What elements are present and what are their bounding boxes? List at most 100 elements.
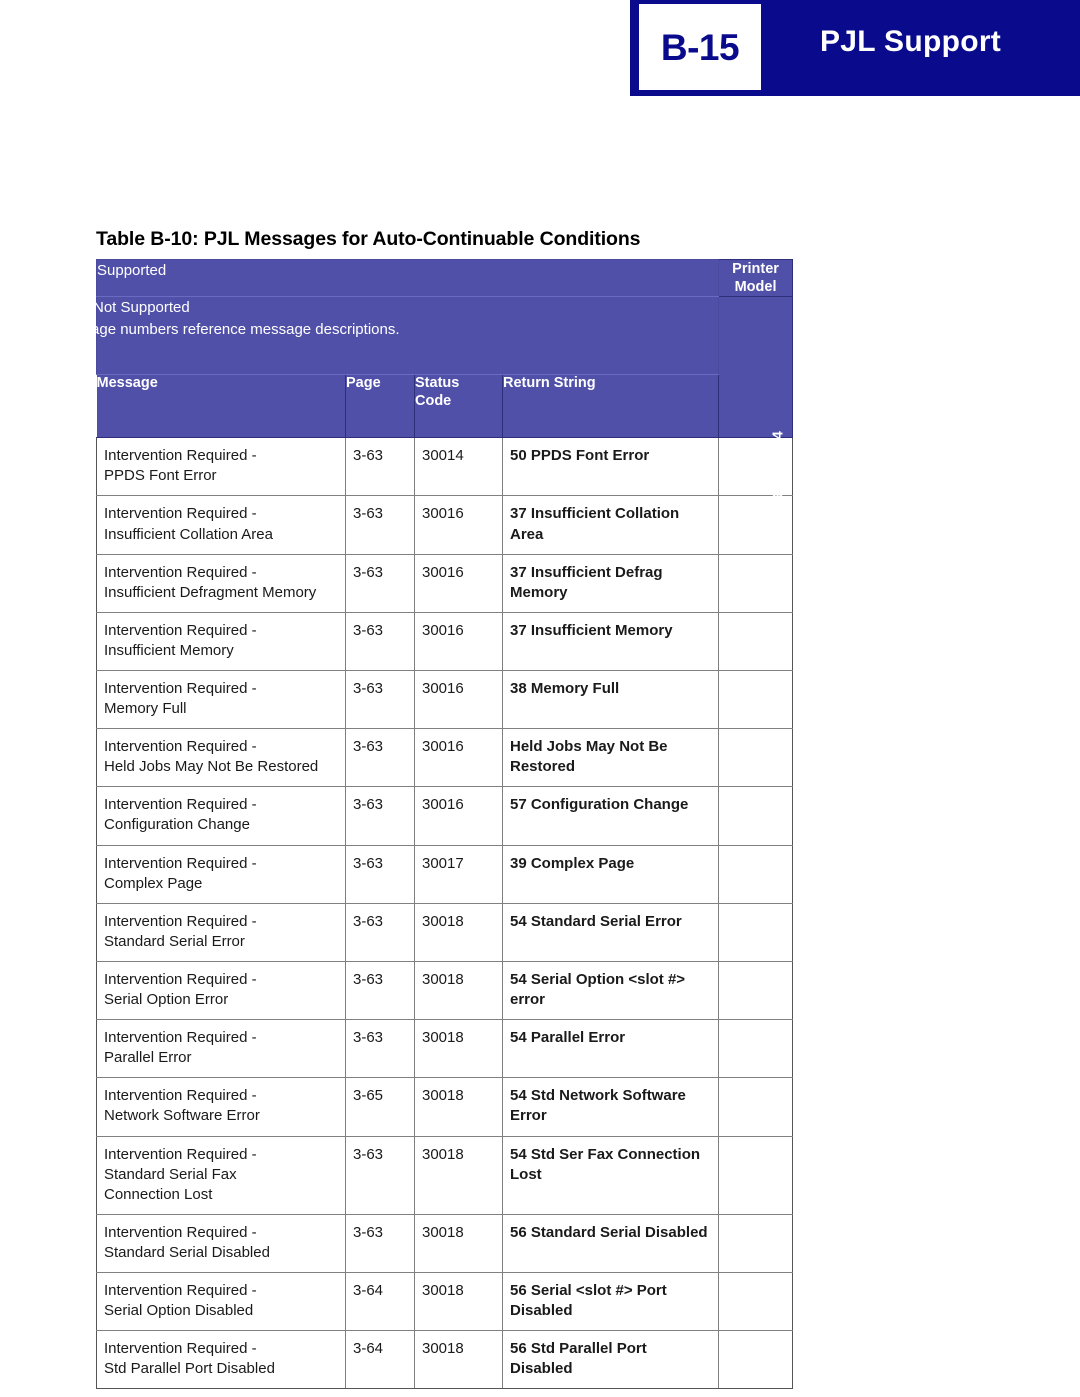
printer-model-values: T640, T642, T644 <box>770 431 787 550</box>
cell-return-string-line: 37 Insufficient Collation <box>510 505 680 523</box>
cell-message-line: Intervention Required - <box>104 621 257 639</box>
cell-return-string-line: Memory <box>510 583 568 601</box>
cell-page: 3-63 <box>345 786 415 846</box>
cell-return-string: 54 Std Network Software Error <box>501 1077 720 1137</box>
cell-page: 3-63 <box>345 845 415 904</box>
table-row: Intervention Required - Standard Serial D… <box>96 1214 794 1273</box>
column-header-status-code-line1: Status <box>415 375 460 392</box>
cell-page: 3-63 <box>345 495 415 555</box>
cell-message-line: Insufficient Memory <box>104 641 234 659</box>
table-row: Intervention Required - Serial Option Err… <box>96 961 794 1021</box>
chapter-badge-label: B-15 <box>660 26 740 68</box>
cell-status-code: 30016 <box>414 612 503 672</box>
cell-status-code: 30018 <box>414 1077 503 1137</box>
cell-status-code: 30018 <box>414 1214 503 1273</box>
table-body: Intervention Required - PPDS Font Error 3-… <box>96 437 794 1390</box>
cell-page: 3-63 <box>345 670 415 730</box>
cell-return-string: 57 Configuration Change <box>501 786 720 846</box>
cell-message-line: Intervention Required - <box>104 1029 257 1047</box>
cell-return-string-line: Restored <box>510 758 576 776</box>
table-row: Intervention Required - Insufficient Coll… <box>96 495 794 555</box>
cell-page: 3-63 <box>345 961 415 1021</box>
cell-return-string: Held Jobs May Not Be Restored <box>501 728 720 788</box>
table-header: Supported Printer Model Not Supported Pa… <box>81 258 794 550</box>
cell-return-string-line: 56 Serial <slot #> Port <box>510 1281 667 1299</box>
cell-message: Intervention Required - Parallel Error <box>96 1019 346 1079</box>
cell-message: Intervention Required - Memory Full <box>96 670 346 730</box>
cell-message-line: Standard Serial Disabled <box>104 1243 270 1261</box>
cell-message: Intervention Required - Serial Option Dis… <box>96 1272 346 1332</box>
column-header-page: Page <box>345 374 415 439</box>
cell-message: Intervention Required - Std Parallel Port… <box>96 1330 346 1390</box>
cell-return-string-line: 54 Parallel Error <box>510 1029 626 1047</box>
cell-return-string-line: 37 Insufficient Defrag <box>510 563 663 581</box>
cell-message-line: Insufficient Defragment Memory <box>104 583 317 601</box>
legend-row-notsupported: Not Supported Page numbers reference mes… <box>81 296 794 550</box>
cell-page: 3-64 <box>345 1272 415 1332</box>
page-header-title: PJL Support <box>820 25 1002 58</box>
cell-page: 3-63 <box>345 612 415 672</box>
cell-return-string-line: 39 Complex Page <box>510 854 635 872</box>
table-row: Intervention Required - Insufficient Memo… <box>96 612 794 672</box>
cell-message: Intervention Required - Standard Serial D… <box>96 1214 346 1273</box>
cell-page: 3-63 <box>345 437 415 497</box>
cell-status-code: 30018 <box>414 1136 503 1215</box>
cell-message-line: Intervention Required - <box>104 680 257 697</box>
cell-return-string: 56 Standard Serial Disabled <box>501 1214 720 1273</box>
cell-return-string-line: Lost <box>510 1165 542 1183</box>
cell-return-string: 56 Std Parallel Port Disabled <box>501 1330 720 1390</box>
cell-return-string-line: Disabled <box>510 1302 573 1320</box>
cell-status-code: 30018 <box>414 903 503 962</box>
cell-return-string: 37 Insufficient Memory <box>501 612 720 672</box>
cell-message-line: Intervention Required - <box>104 1340 257 1358</box>
cell-message-line: Standard Serial Fax <box>104 1165 237 1183</box>
cell-message-line: Intervention Required - <box>104 447 257 465</box>
cell-message-line: Intervention Required - <box>104 1145 257 1163</box>
cell-message: Intervention Required - Insufficient Memo… <box>96 612 346 672</box>
printer-model-header: Printer Model <box>718 258 794 298</box>
cell-message-line: Intervention Required - <box>104 912 257 930</box>
table-row: Intervention Required - PPDS Font Error 3-… <box>96 437 794 497</box>
cell-status-code: 30016 <box>414 495 503 555</box>
cell-message-line: Serial Option Disabled <box>104 1302 254 1320</box>
cell-status-code: 30018 <box>414 1330 503 1390</box>
legend-not-supported: Not Supported <box>93 299 190 317</box>
cell-page: 3-63 <box>345 1136 415 1215</box>
cell-printer-model <box>718 612 794 672</box>
cell-return-string-line: 54 Standard Serial Error <box>510 912 682 930</box>
cell-message-line: Intervention Required - <box>104 970 257 988</box>
cell-return-string: 54 Serial Option <slot #> error <box>501 961 720 1021</box>
chapter-badge: B-15 <box>639 4 761 90</box>
cell-message-line: Intervention Required - <box>104 796 257 814</box>
cell-page: 3-63 <box>345 1214 415 1273</box>
cell-return-string-line: Area <box>510 525 544 543</box>
table-row: Intervention Required - Parallel Error 3-6… <box>96 1019 794 1079</box>
table-row: Intervention Required - Network Software … <box>96 1077 794 1137</box>
table-row: Intervention Required - Complex Page 3-63 3… <box>96 845 794 904</box>
cell-message: Intervention Required - Complex Page <box>96 845 346 904</box>
cell-status-code: 30018 <box>414 1019 503 1079</box>
pjl-messages-table: Supported Printer Model Not Supported Pa… <box>81 258 794 1390</box>
cell-message-line: Intervention Required - <box>104 738 257 756</box>
cell-message: Intervention Required - Configuration Cha… <box>96 786 346 846</box>
cell-message: Intervention Required - Held Jobs May Not… <box>96 728 346 788</box>
cell-return-string-line: 38 Memory Full <box>510 680 620 697</box>
table-caption: Table B-10: PJL Messages for Auto-Contin… <box>96 228 641 250</box>
cell-printer-model <box>718 554 794 613</box>
cell-status-code: 30016 <box>414 554 503 613</box>
cell-message: Intervention Required - Serial Option Err… <box>96 961 346 1021</box>
printer-model-header-line1: Printer <box>732 261 779 277</box>
cell-message-line: Intervention Required - <box>104 1281 257 1299</box>
cell-return-string: 37 Insufficient Collation Area <box>501 495 720 555</box>
cell-message-line: Serial Option Error <box>104 991 229 1009</box>
column-header-return-string: Return String <box>501 374 719 439</box>
printer-model-header-line2: Model <box>734 279 777 296</box>
cell-return-string-line: 57 Configuration Change <box>510 796 689 814</box>
cell-return-string: 37 Insufficient Defrag Memory <box>501 554 720 613</box>
cell-status-code: 30016 <box>414 728 503 788</box>
cell-message-line: Complex Page <box>104 874 203 892</box>
cell-message: Intervention Required - Standard Serial F… <box>96 1136 346 1215</box>
cell-return-string-line: 54 Std Network Software <box>510 1087 686 1105</box>
cell-message-line: Insufficient Collation Area <box>104 525 273 543</box>
table-row: Intervention Required - Standard Serial E… <box>96 903 794 962</box>
